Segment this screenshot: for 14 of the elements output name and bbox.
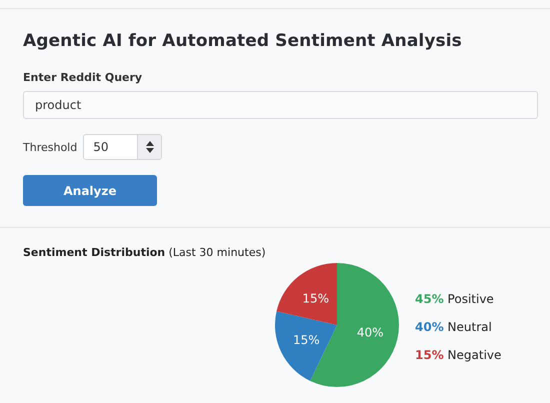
legend-item: 40% Neutral bbox=[415, 320, 493, 334]
stepper-icon[interactable] bbox=[146, 141, 154, 153]
slice-label: 15% bbox=[292, 332, 320, 347]
page-title: Agentic AI for Automated Sentiment Analysis bbox=[23, 31, 463, 51]
threshold-spinner[interactable]: 50 bbox=[83, 134, 162, 160]
field-label: Enter Reddit Query bbox=[23, 71, 142, 84]
legend-item: 15% Negative bbox=[415, 348, 502, 362]
analyze-button[interactable]: Analyze bbox=[23, 175, 157, 206]
slice-label: 15% bbox=[302, 291, 330, 306]
field-label: Threshold bbox=[23, 140, 78, 154]
query-input[interactable]: product bbox=[23, 91, 538, 119]
slice-label: 40% bbox=[356, 326, 384, 340]
section-title: Sentiment Distribution (Last 30 minutes) bbox=[23, 246, 267, 259]
legend-item: 45% Positive bbox=[415, 292, 495, 306]
